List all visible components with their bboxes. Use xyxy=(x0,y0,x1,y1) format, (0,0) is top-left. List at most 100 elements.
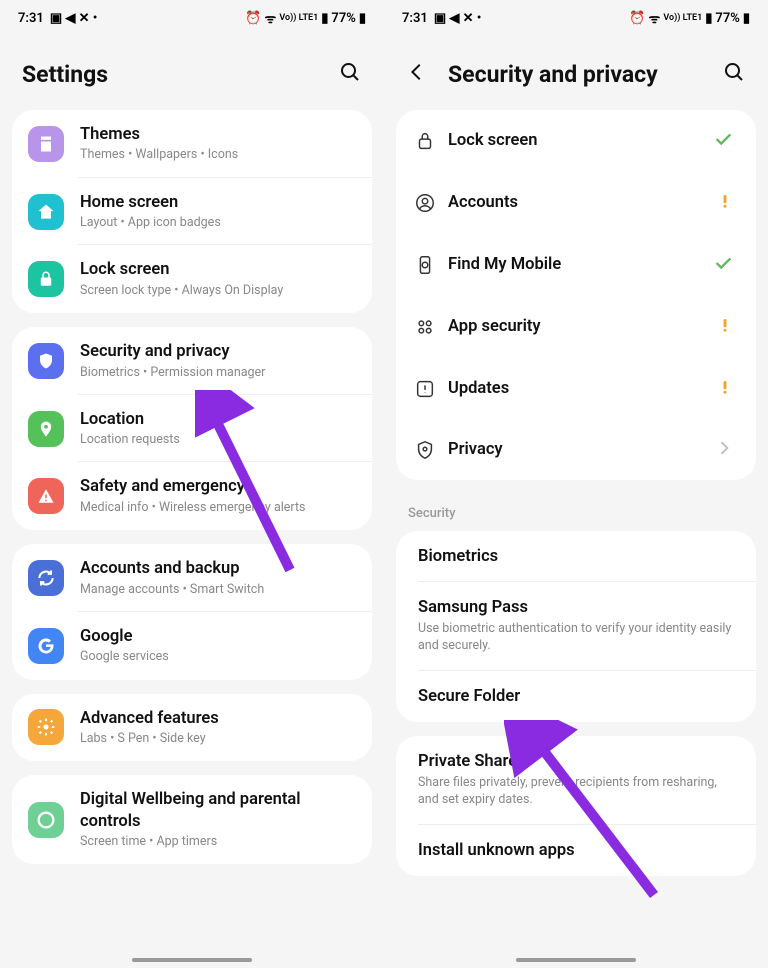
security-item[interactable]: Samsung Pass Use biometric authentication… xyxy=(396,582,756,671)
settings-header: Settings xyxy=(0,36,384,110)
status-row-title: Find My Mobile xyxy=(448,254,561,275)
status-row-title: Updates xyxy=(448,378,509,399)
settings-group: Security and privacyBiometrics • Permiss… xyxy=(12,327,372,530)
security-item[interactable]: Install unknown apps xyxy=(396,825,756,876)
row-subtitle: Manage accounts • Smart Switch xyxy=(80,582,356,598)
nav-bar[interactable] xyxy=(516,958,636,962)
page-title: Settings xyxy=(22,61,108,88)
security-item[interactable]: Secure Folder xyxy=(396,671,756,722)
status-row-account[interactable]: Accounts xyxy=(396,172,756,234)
status-row-privacy[interactable]: Privacy xyxy=(396,420,756,480)
search-icon[interactable] xyxy=(722,60,746,88)
row-subtitle: Medical info • Wireless emergency alerts xyxy=(80,500,356,516)
settings-row-emergency[interactable]: Safety and emergency Medical info • Wirel… xyxy=(12,462,372,530)
status-row-title: App security xyxy=(448,316,541,337)
settings-row-themes[interactable]: ThemesThemes • Wallpapers • Icons xyxy=(12,110,372,178)
alarm-icon: ⏰ xyxy=(245,11,261,26)
settings-row-backup[interactable]: Accounts and backup Manage accounts • Sma… xyxy=(12,544,372,612)
network-icon: Vo)) LTE1 xyxy=(279,13,318,23)
status-bar: 7:31 ▣ ◀ ✕ • ⏰ ᯤ Vo)) LTE1 ▮ 77% ▮ xyxy=(384,0,768,36)
item-title: Private Share xyxy=(418,752,734,771)
item-title: Install unknown apps xyxy=(418,841,734,860)
status-row-title: Accounts xyxy=(448,192,518,213)
status-row-title: Privacy xyxy=(448,439,503,460)
row-subtitle: Screen time • App timers xyxy=(80,834,356,850)
wifi-icon: ᯤ xyxy=(265,9,277,27)
row-title: Home screen xyxy=(80,192,356,213)
security-item[interactable]: Biometrics xyxy=(396,531,756,582)
settings-row-shield[interactable]: Security and privacyBiometrics • Permiss… xyxy=(12,327,372,395)
page-title: Security and privacy xyxy=(448,61,658,88)
status-time: 7:31 xyxy=(402,11,428,26)
lock-icon xyxy=(28,261,64,297)
account-icon xyxy=(402,192,448,214)
alarm-icon: ⏰ xyxy=(629,11,645,26)
settings-row-lock[interactable]: Lock screen Screen lock type • Always On … xyxy=(12,245,372,313)
signal-icon: ▮ xyxy=(705,11,712,26)
row-title: Advanced features xyxy=(80,708,356,729)
settings-row-wellbeing[interactable]: Digital Wellbeing and parental controlsS… xyxy=(12,775,372,864)
settings-group: Advanced featuresLabs • S Pen • Side key xyxy=(12,694,372,762)
wifi-icon: ᯤ xyxy=(649,9,661,27)
battery-icon: ▮ xyxy=(359,11,366,26)
signal-icon: ▮ xyxy=(321,11,328,26)
security-item[interactable]: Private Share Share files privately, prev… xyxy=(396,736,756,825)
row-title: Location xyxy=(80,409,356,430)
network-icon: Vo)) LTE1 xyxy=(663,13,702,23)
nav-bar[interactable] xyxy=(132,958,252,962)
status-indicator-warn xyxy=(716,190,740,216)
row-title: Themes xyxy=(80,124,356,145)
search-icon[interactable] xyxy=(338,60,362,88)
status-row-find[interactable]: Find My Mobile xyxy=(396,234,756,296)
battery-text: 77% xyxy=(331,11,355,26)
item-title: Secure Folder xyxy=(418,687,734,706)
settings-row-location[interactable]: Location Location requests xyxy=(12,395,372,463)
emergency-icon xyxy=(28,478,64,514)
google-icon xyxy=(28,628,64,664)
row-title: Accounts and backup xyxy=(80,558,356,579)
row-title: Safety and emergency xyxy=(80,476,356,497)
status-row-lock[interactable]: Lock screen xyxy=(396,110,756,172)
settings-row-advanced[interactable]: Advanced featuresLabs • S Pen • Side key xyxy=(12,694,372,762)
location-icon xyxy=(28,411,64,447)
security-items-card-2: Private Share Share files privately, prev… xyxy=(396,736,756,876)
wellbeing-icon xyxy=(28,802,64,838)
status-bar: 7:31 ▣ ◀ ✕ • ⏰ ᯤ Vo)) LTE1 ▮ 77% ▮ xyxy=(0,0,384,36)
battery-icon: ▮ xyxy=(743,11,750,26)
settings-group: Accounts and backup Manage accounts • Sma… xyxy=(12,544,372,679)
shield-icon xyxy=(28,343,64,379)
settings-list: ThemesThemes • Wallpapers • IconsHome sc… xyxy=(0,110,384,864)
status-indicator-warn xyxy=(716,376,740,402)
security-status-card: Lock screen Accounts Find My Mobile App sec… xyxy=(396,110,756,480)
status-indicator-check xyxy=(712,252,740,278)
row-title: Security and privacy xyxy=(80,341,356,362)
row-title: Lock screen xyxy=(80,259,356,280)
row-title: Google xyxy=(80,626,356,647)
row-subtitle: Location requests xyxy=(80,432,356,448)
settings-row-google[interactable]: Google Google services xyxy=(12,612,372,680)
apps-icon xyxy=(402,316,448,338)
status-row-title: Lock screen xyxy=(448,130,538,151)
themes-icon xyxy=(28,126,64,162)
item-subtitle: Use biometric authentication to verify y… xyxy=(418,621,734,655)
status-time: 7:31 xyxy=(18,11,44,26)
row-subtitle: Google services xyxy=(80,649,356,665)
phone-right: 7:31 ▣ ◀ ✕ • ⏰ ᯤ Vo)) LTE1 ▮ 77% ▮ Secur… xyxy=(384,0,768,968)
row-subtitle: Screen lock type • Always On Display xyxy=(80,283,356,299)
row-subtitle: Layout • App icon badges xyxy=(80,215,356,231)
item-subtitle: Share files privately, prevent recipient… xyxy=(418,775,734,809)
advanced-icon xyxy=(28,709,64,745)
settings-group: Digital Wellbeing and parental controlsS… xyxy=(12,775,372,864)
security-items-card-1: Biometrics Samsung Pass Use biometric auth… xyxy=(396,531,756,722)
item-title: Biometrics xyxy=(418,547,734,566)
settings-row-home[interactable]: Home screen Layout • App icon badges xyxy=(12,178,372,246)
item-title: Samsung Pass xyxy=(418,598,734,617)
back-button[interactable] xyxy=(406,61,428,87)
lock-icon xyxy=(402,130,448,152)
status-row-apps[interactable]: App security xyxy=(396,296,756,358)
settings-group: ThemesThemes • Wallpapers • IconsHome sc… xyxy=(12,110,372,313)
status-row-updates[interactable]: Updates xyxy=(396,358,756,420)
privacy-icon xyxy=(402,439,448,461)
find-icon xyxy=(402,254,448,276)
status-indicator-check xyxy=(712,128,740,154)
